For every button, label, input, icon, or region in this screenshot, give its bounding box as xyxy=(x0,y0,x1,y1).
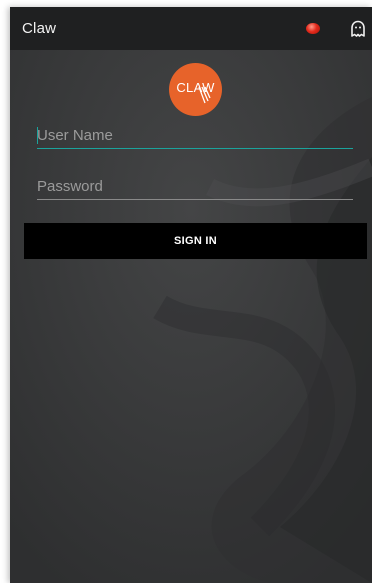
app-window: Claw CLAW SIGN IN xyxy=(10,7,372,583)
password-field[interactable] xyxy=(37,173,353,200)
app-title: Claw xyxy=(22,20,57,37)
record-dot-icon[interactable] xyxy=(306,23,320,34)
text-cursor xyxy=(37,127,38,144)
claw-logo: CLAW xyxy=(169,63,222,116)
logo-claw-lines xyxy=(198,86,211,104)
ghost-icon[interactable] xyxy=(350,20,366,38)
action-bar: Claw xyxy=(10,7,372,50)
username-field[interactable] xyxy=(37,122,353,149)
sign-in-button[interactable]: SIGN IN xyxy=(24,223,367,259)
